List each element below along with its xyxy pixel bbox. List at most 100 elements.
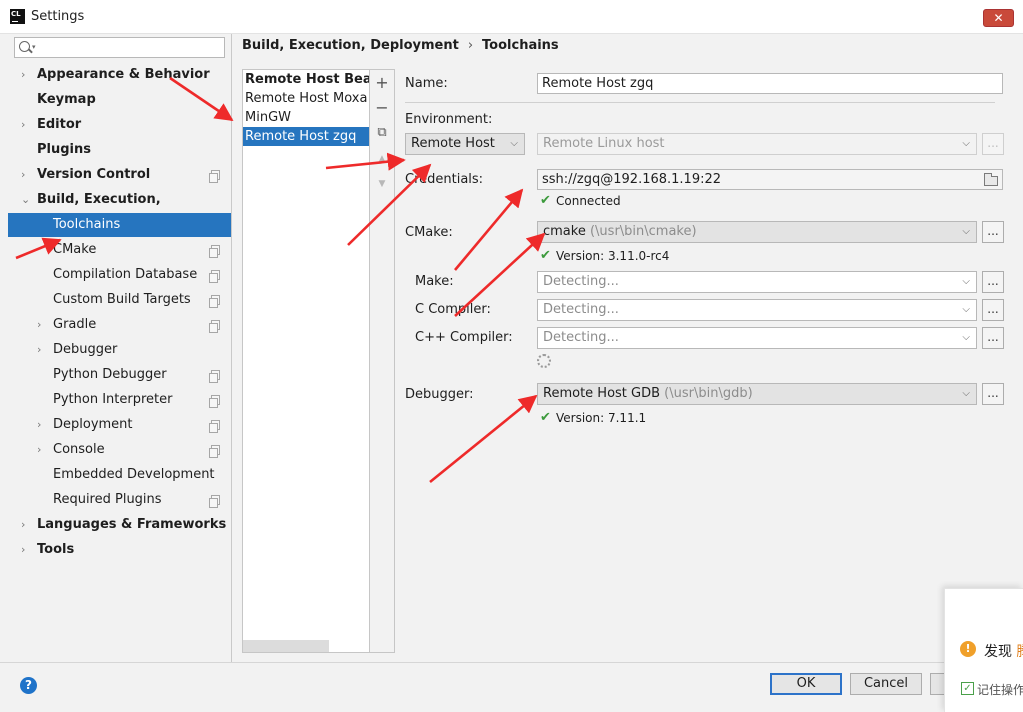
- horizontal-scrollbar[interactable]: [243, 640, 329, 652]
- chevron-right-icon[interactable]: ›: [21, 113, 25, 137]
- move-up-button[interactable]: ▲: [370, 148, 394, 170]
- sidebar-item-label: Plugins: [37, 142, 91, 157]
- environment-value: Remote Host: [411, 136, 495, 151]
- cmake-browse-button[interactable]: ...: [982, 221, 1004, 243]
- project-settings-icon: [209, 370, 220, 383]
- arrow-to-debugger: [429, 394, 538, 484]
- project-settings-icon: [209, 445, 220, 458]
- sidebar-item-custom-build-targets[interactable]: Custom Build Targets: [8, 288, 231, 312]
- project-settings-icon: [209, 245, 220, 258]
- c-compiler-select[interactable]: Detecting... ⌵: [537, 299, 977, 321]
- breadcrumb-current: Toolchains: [482, 38, 559, 53]
- cpp-compiler-select[interactable]: Detecting... ⌵: [537, 327, 977, 349]
- project-settings-icon: [209, 320, 220, 333]
- chevron-right-icon[interactable]: ›: [21, 538, 25, 562]
- cancel-button[interactable]: Cancel: [850, 673, 922, 695]
- form-separator: [405, 102, 995, 103]
- sidebar-item-embedded-development[interactable]: Embedded Development: [8, 463, 231, 487]
- sidebar-item-label: Editor: [37, 117, 82, 132]
- chevron-right-icon[interactable]: ›: [21, 63, 25, 87]
- sidebar-item-version-control[interactable]: › Version Control: [8, 163, 231, 187]
- sidebar-item-deployment[interactable]: › Deployment: [8, 413, 231, 437]
- make-value: Detecting...: [543, 274, 619, 289]
- sidebar-item-cmake[interactable]: CMake: [8, 238, 231, 262]
- folder-icon[interactable]: [984, 173, 998, 186]
- toolchain-item[interactable]: MinGW: [243, 108, 369, 127]
- check-icon: ✔: [540, 193, 551, 208]
- name-label: Name:: [405, 76, 448, 91]
- copy-toolchain-button[interactable]: ⧉: [370, 122, 394, 144]
- make-select[interactable]: Detecting... ⌵: [537, 271, 977, 293]
- remove-toolchain-button[interactable]: −: [370, 97, 394, 119]
- close-button[interactable]: ✕: [983, 9, 1014, 27]
- sidebar-item-python-debugger[interactable]: Python Debugger: [8, 363, 231, 387]
- chevron-right-icon[interactable]: ›: [21, 513, 25, 537]
- sidebar-item-label: Gradle: [53, 317, 97, 332]
- sidebar-item-label: Embedded Development: [53, 467, 215, 482]
- credentials-field[interactable]: ssh://zgq@192.168.1.19:22: [537, 169, 1003, 190]
- remote-host-browse-button[interactable]: ...: [982, 133, 1004, 155]
- chevron-right-icon[interactable]: ›: [21, 163, 25, 187]
- toolchain-item[interactable]: Remote Host Moxa: [243, 89, 369, 108]
- chevron-down-icon: ⌵: [510, 138, 518, 149]
- sidebar-item-toolchains[interactable]: Toolchains: [8, 213, 231, 237]
- sidebar-item-tools[interactable]: › Tools: [8, 538, 231, 562]
- chevron-right-icon[interactable]: ›: [37, 438, 41, 462]
- chevron-right-icon[interactable]: ›: [37, 313, 41, 337]
- sidebar-item-appearance-behavior[interactable]: › Appearance & Behavior: [8, 63, 231, 87]
- sidebar-item-plugins[interactable]: Plugins: [8, 138, 231, 162]
- search-input[interactable]: ▾: [14, 37, 225, 58]
- cmake-path: (\usr\bin\cmake): [589, 224, 697, 239]
- sidebar-item-label: Required Plugins: [53, 492, 162, 507]
- remote-host-select[interactable]: Remote Linux host ⌵: [537, 133, 977, 155]
- toolchain-toolbar: + − ⧉ ▲ ▼: [370, 69, 395, 653]
- arrow-to-credentials-field: [454, 188, 524, 271]
- sidebar-item-compilation-database[interactable]: Compilation Database: [8, 263, 231, 287]
- sidebar-item-label: Debugger: [53, 342, 118, 357]
- chevron-down-icon: ⌵: [962, 304, 970, 315]
- breadcrumb-parent[interactable]: Build, Execution, Deployment: [242, 38, 459, 53]
- sidebar-item-python-interpreter[interactable]: Python Interpreter: [8, 388, 231, 412]
- ok-button[interactable]: OK: [770, 673, 842, 695]
- sidebar-item-debugger[interactable]: › Debugger: [8, 338, 231, 362]
- sidebar-item-label: Version Control: [37, 167, 151, 182]
- credentials-label: Credentials:: [405, 172, 484, 187]
- sidebar-item-label: Deployment: [53, 417, 133, 432]
- move-down-button[interactable]: ▼: [370, 173, 394, 195]
- breadcrumb-separator: ›: [467, 38, 474, 53]
- remember-checkbox[interactable]: ✓: [961, 682, 974, 695]
- chevron-down-icon: ⌵: [962, 276, 970, 287]
- chevron-down-icon: ⌵: [962, 226, 970, 237]
- sidebar-item-editor[interactable]: › Editor: [8, 113, 231, 137]
- sidebar-item-label: CMake: [53, 242, 97, 257]
- cpp-compiler-browse-button[interactable]: ...: [982, 327, 1004, 349]
- sidebar-item-languages-frameworks[interactable]: › Languages & Frameworks: [8, 513, 231, 537]
- remember-label: 记住操作: [977, 683, 1023, 697]
- c-compiler-browse-button[interactable]: ...: [982, 299, 1004, 321]
- environment-select[interactable]: Remote Host ⌵: [405, 133, 525, 155]
- sidebar-item-console[interactable]: › Console: [8, 438, 231, 462]
- sidebar-item-label: Python Debugger: [53, 367, 167, 382]
- chevron-right-icon[interactable]: ›: [37, 338, 41, 362]
- add-toolchain-button[interactable]: +: [370, 72, 394, 94]
- cmake-select[interactable]: cmake (\usr\bin\cmake) ⌵: [537, 221, 977, 243]
- toolchain-list[interactable]: Remote Host BeagleRemote Host MoxaMinGWR…: [242, 69, 370, 653]
- make-browse-button[interactable]: ...: [982, 271, 1004, 293]
- chevron-down-icon[interactable]: ⌄: [21, 188, 30, 212]
- toolchain-item[interactable]: Remote Host zgq: [243, 127, 369, 146]
- chevron-right-icon[interactable]: ›: [37, 413, 41, 437]
- sidebar-item-gradle[interactable]: › Gradle: [8, 313, 231, 337]
- debugger-select[interactable]: Remote Host GDB (\usr\bin\gdb) ⌵: [537, 383, 977, 405]
- sidebar-item-build-execution-deployment[interactable]: ⌄Build, Execution, Deployment: [8, 188, 231, 231]
- warning-icon: !: [960, 641, 976, 657]
- sidebar-item-keymap[interactable]: Keymap: [8, 88, 231, 112]
- toolchain-item[interactable]: Remote Host Beagle: [243, 70, 369, 89]
- make-label: Make:: [415, 274, 454, 289]
- remote-host-value: Remote Linux host: [543, 136, 665, 151]
- help-button[interactable]: ?: [20, 677, 37, 694]
- name-field[interactable]: Remote Host zgq: [537, 73, 1003, 94]
- sidebar-divider: [231, 34, 232, 662]
- sidebar-item-required-plugins[interactable]: Required Plugins: [8, 488, 231, 512]
- debugger-browse-button[interactable]: ...: [982, 383, 1004, 405]
- sidebar-item-label: Keymap: [37, 92, 96, 107]
